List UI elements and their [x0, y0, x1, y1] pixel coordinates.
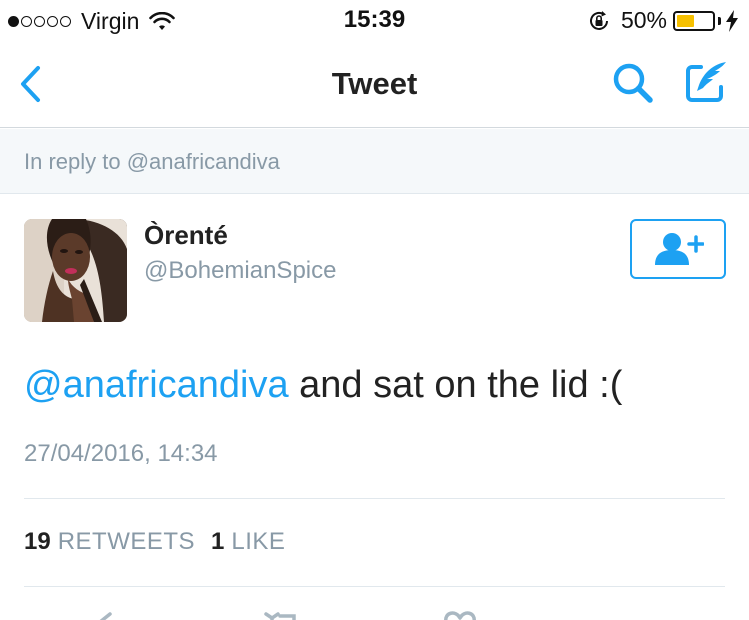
avatar[interactable] [24, 219, 127, 322]
navigation-bar: Tweet [0, 42, 749, 128]
add-user-icon [655, 233, 704, 265]
reply-icon[interactable] [92, 608, 128, 620]
author-display-name[interactable]: Òrenté [144, 220, 228, 251]
action-bar [0, 600, 749, 620]
like-icon[interactable] [440, 608, 480, 620]
likes-label[interactable]: LIKE [231, 528, 285, 556]
reply-context-text: In reply to @anafricandiva [24, 149, 280, 174]
divider [24, 498, 725, 499]
tweet-timestamp: 27/04/2016, 14:34 [24, 440, 218, 467]
divider [24, 586, 725, 587]
status-right: 50% [587, 7, 739, 34]
charging-bolt-icon [726, 9, 738, 32]
battery-tip [718, 16, 721, 25]
rotation-lock-icon [589, 10, 608, 30]
reply-context-bar[interactable]: In reply to @anafricandiva [0, 129, 749, 194]
retweet-icon[interactable] [264, 608, 304, 620]
compose-tweet-icon[interactable] [682, 58, 730, 106]
tweet-stats: 19 RETWEETS 1 LIKE [24, 528, 301, 556]
follow-button[interactable] [630, 219, 726, 279]
likes-count[interactable]: 1 [211, 528, 224, 556]
battery-percent: 50% [620, 7, 667, 33]
tweet-body: and sat on the lid :( [288, 364, 623, 406]
retweets-label[interactable]: RETWEETS [58, 528, 195, 556]
tweet-text: @anafricandiva and sat on the lid :( [24, 364, 622, 407]
mention-link[interactable]: @anafricandiva [24, 364, 289, 406]
battery-icon [673, 10, 715, 31]
retweets-count[interactable]: 19 [24, 528, 51, 556]
author-handle[interactable]: @BohemianSpice [144, 257, 336, 285]
search-icon[interactable] [610, 60, 656, 106]
battery-level [677, 14, 694, 27]
status-bar: Virgin 15:39 50% [0, 0, 749, 42]
